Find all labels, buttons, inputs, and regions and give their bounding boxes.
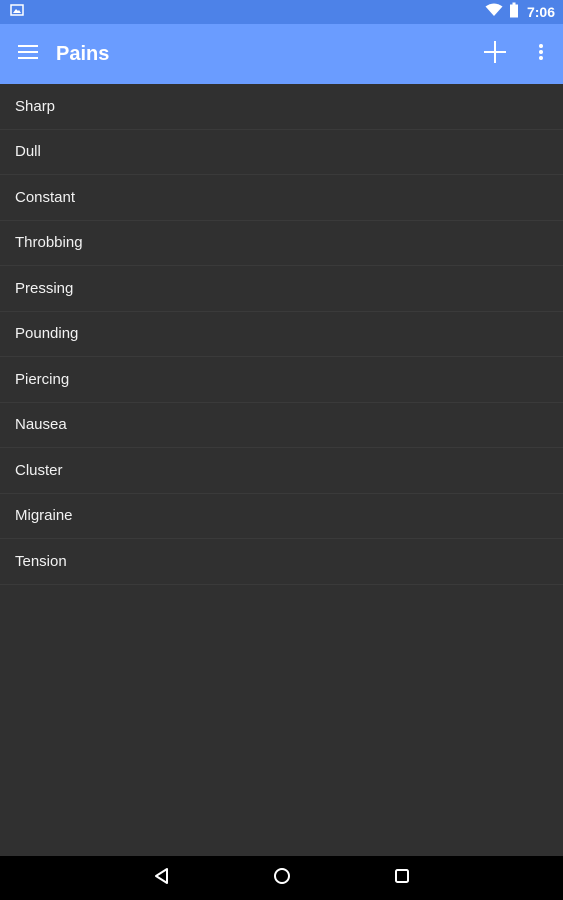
list-item[interactable]: Throbbing	[0, 221, 563, 266]
pain-list: Sharp Dull Constant Throbbing Pressing P…	[0, 84, 563, 856]
list-item-label: Cluster	[15, 461, 63, 479]
list-item-label: Pressing	[15, 279, 74, 297]
list-item-label: Throbbing	[15, 234, 83, 252]
wifi-icon	[485, 3, 503, 22]
back-button[interactable]	[149, 865, 175, 891]
app-screen: 7:06 Pains Sharp Dull Constant Throbbing…	[0, 0, 563, 900]
list-item-label: Constant	[15, 188, 76, 206]
home-icon	[273, 867, 291, 890]
menu-button[interactable]	[0, 24, 56, 84]
list-item-label: Sharp	[15, 97, 56, 115]
list-item[interactable]: Nausea	[0, 403, 563, 448]
list-item[interactable]: Dull	[0, 130, 563, 175]
list-item[interactable]: Migraine	[0, 494, 563, 539]
list-item[interactable]: Constant	[0, 175, 563, 221]
app-bar: Pains	[0, 24, 563, 84]
list-item[interactable]: Sharp	[0, 84, 563, 130]
home-button[interactable]	[269, 865, 295, 891]
navigation-bar	[0, 856, 563, 900]
status-right: 7:06	[485, 2, 555, 23]
list-item[interactable]: Piercing	[0, 357, 563, 403]
add-button[interactable]	[473, 24, 517, 84]
status-bar: 7:06	[0, 0, 563, 24]
list-item-label: Piercing	[15, 370, 70, 388]
list-item-label: Migraine	[15, 507, 73, 525]
add-icon	[483, 40, 507, 69]
hamburger-menu-icon	[18, 44, 38, 64]
overflow-menu-button[interactable]	[525, 24, 557, 84]
status-time: 7:06	[526, 4, 555, 20]
battery-icon	[509, 2, 519, 23]
list-item[interactable]: Pounding	[0, 312, 563, 357]
back-icon	[153, 867, 171, 890]
list-item-label: Dull	[15, 143, 41, 161]
list-item[interactable]: Tension	[0, 539, 563, 585]
list-item-label: Nausea	[15, 416, 67, 434]
list-item-label: Tension	[15, 552, 67, 570]
recents-icon	[394, 868, 410, 889]
recents-button[interactable]	[389, 865, 415, 891]
status-left	[10, 3, 24, 22]
overflow-menu-icon	[538, 43, 544, 66]
image-notification-icon	[10, 3, 24, 22]
list-item[interactable]: Cluster	[0, 448, 563, 494]
list-item[interactable]: Pressing	[0, 266, 563, 312]
list-item-label: Pounding	[15, 325, 79, 343]
page-title: Pains	[56, 42, 110, 65]
